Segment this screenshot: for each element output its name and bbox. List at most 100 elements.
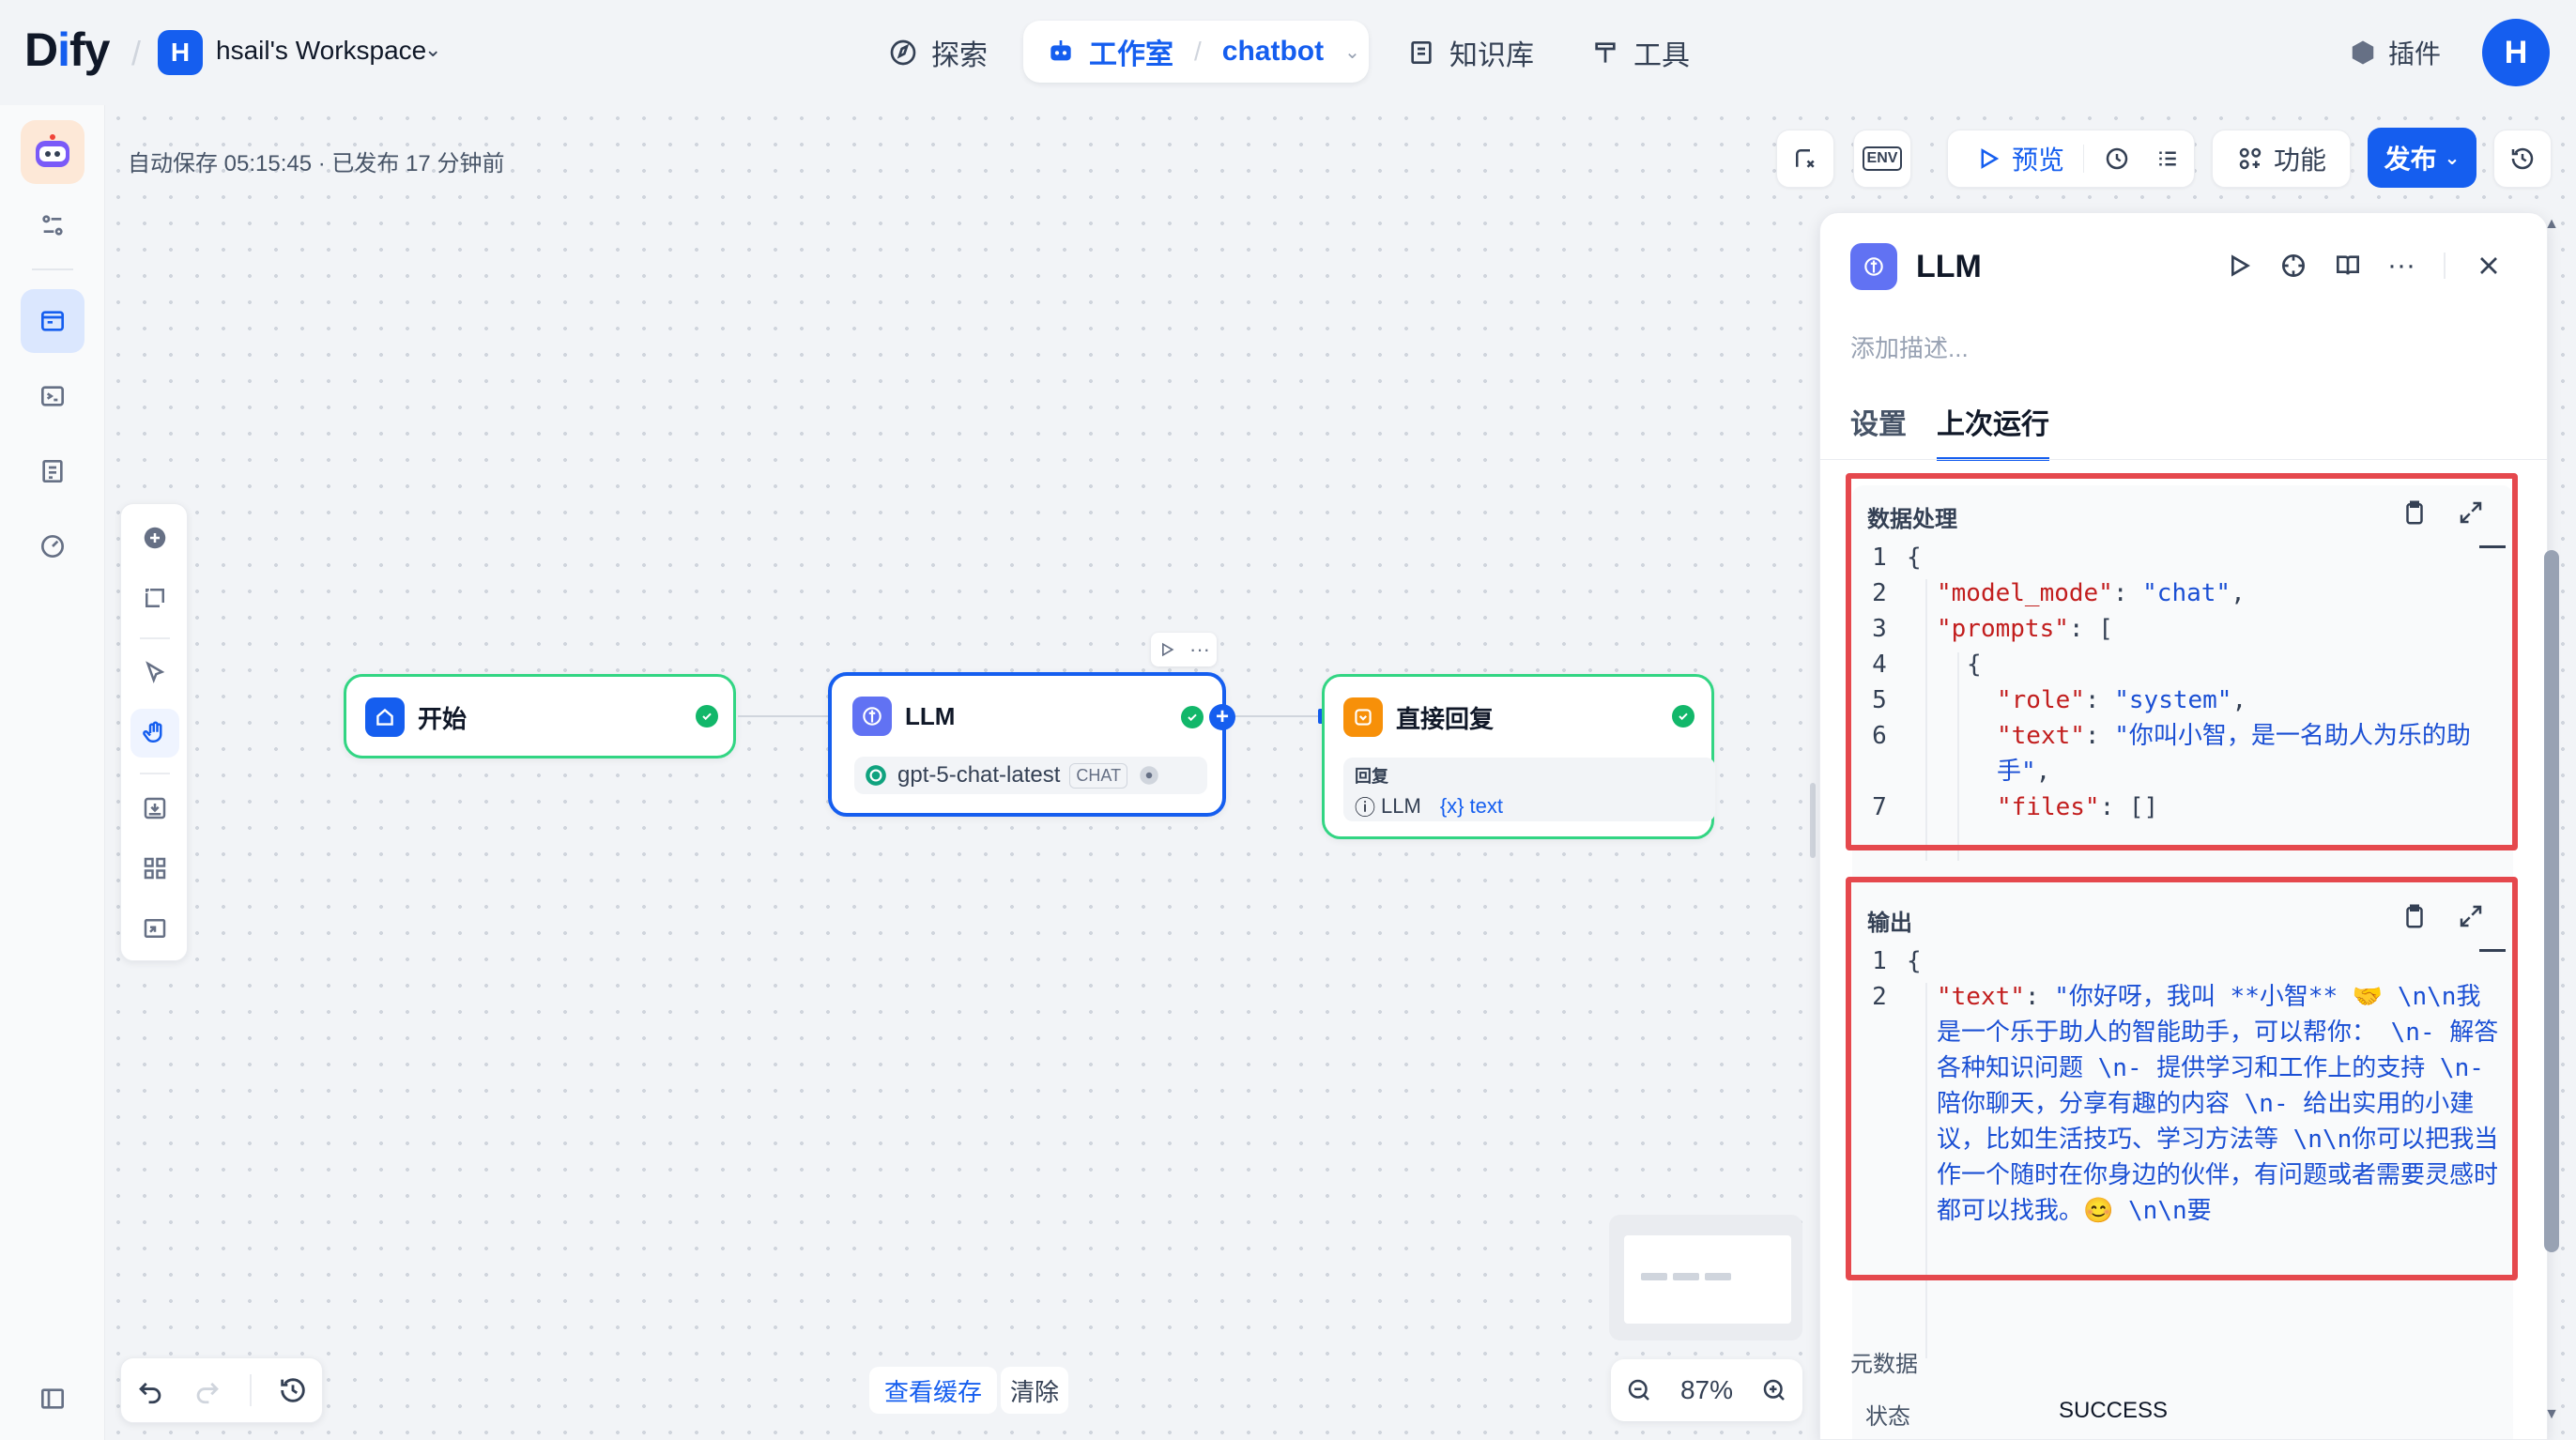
play-icon[interactable]: [2224, 251, 2254, 281]
panel-resize-handle[interactable]: [1810, 783, 1816, 858]
description-input[interactable]: 添加描述...: [1850, 329, 1969, 364]
header-divider: /: [131, 34, 142, 72]
scroll-up-icon[interactable]: ▲: [2544, 216, 2559, 232]
features-button[interactable]: 功能: [2212, 130, 2351, 188]
panel-left-icon: [41, 1388, 64, 1409]
chevron-down-icon[interactable]: ⌄: [424, 38, 441, 62]
workspace-avatar[interactable]: H: [158, 30, 203, 75]
history-clock-icon[interactable]: [2103, 145, 2131, 173]
highlight-data-processing: [1846, 473, 2518, 850]
zoom-controls: 87%: [1611, 1359, 1802, 1421]
status-value: SUCCESS: [2059, 1398, 2169, 1423]
sliders-icon: [42, 215, 63, 236]
autosave-status: 自动保存 05:15:45 · 已发布 17 分钟前: [128, 151, 505, 176]
success-check-icon: [1672, 705, 1694, 728]
chevron-down-icon[interactable]: ⌄: [1344, 40, 1360, 64]
note-add-icon: [146, 589, 164, 607]
workspace-name[interactable]: hsail's Workspace: [216, 36, 426, 66]
direct-reply-node[interactable]: 直接回复 回复 ⓘ LLM {x} text: [1322, 674, 1715, 839]
play-icon[interactable]: [1974, 145, 2002, 173]
success-check-icon: [1181, 706, 1204, 728]
hand-mode-button[interactable]: [130, 709, 179, 758]
llm-node[interactable]: LLM gpt-5-chat-latest CHAT: [828, 672, 1226, 817]
book-icon: [1411, 41, 1432, 64]
add-next-node-button[interactable]: +: [1209, 704, 1235, 730]
app-settings-button[interactable]: [21, 193, 84, 257]
tab-settings[interactable]: 设置: [1850, 401, 1907, 461]
nav-explore[interactable]: 探索: [888, 28, 988, 77]
minimap[interactable]: [1609, 1215, 1802, 1340]
success-check-icon: [696, 705, 718, 728]
checklist-button[interactable]: [1776, 130, 1834, 188]
sidebar-item-monitoring[interactable]: [21, 514, 84, 578]
node-title: LLM: [905, 701, 956, 730]
preview-button[interactable]: 预览: [2012, 140, 2064, 177]
redo-icon[interactable]: [192, 1374, 223, 1406]
history-icon[interactable]: [277, 1374, 309, 1406]
llm-icon: [1850, 243, 1897, 290]
sidebar-item-logs[interactable]: [21, 439, 84, 503]
close-icon[interactable]: [2474, 251, 2504, 281]
export-image-button[interactable]: [130, 784, 179, 833]
version-history-button[interactable]: [2493, 130, 2552, 188]
panel-tabs: 设置 上次运行: [1850, 401, 2049, 461]
node-title: 直接回复: [1396, 704, 1495, 733]
model-selector[interactable]: gpt-5-chat-latest CHAT: [854, 757, 1207, 794]
chevron-down-icon: ⌄: [2444, 147, 2461, 169]
zoom-in-icon[interactable]: [1760, 1376, 1788, 1404]
more-icon[interactable]: ···: [2387, 252, 2415, 280]
add-note-button[interactable]: [130, 574, 179, 622]
metadata-status-row: 状态 SUCCESS: [1865, 1398, 2169, 1430]
nav-knowledge[interactable]: 知识库: [1406, 28, 1534, 77]
app-icon[interactable]: [21, 120, 84, 184]
eye-icon: [1140, 766, 1158, 785]
more-icon[interactable]: ···: [1189, 639, 1210, 660]
view-cache-button[interactable]: 查看缓存: [869, 1367, 998, 1414]
user-avatar[interactable]: H: [2482, 19, 2550, 86]
document-icon: [42, 460, 63, 483]
nav-studio[interactable]: 工作室 / chatbot ⌄: [1023, 21, 1369, 83]
clear-button[interactable]: 清除: [1001, 1367, 1069, 1414]
plugins-link[interactable]: 插件: [2349, 34, 2441, 71]
sidebar-item-api[interactable]: [21, 364, 84, 428]
top-header: Dify / H hsail's Workspace ⌄ 探索 工作室 / ch…: [0, 0, 2576, 105]
zoom-out-icon[interactable]: [1625, 1376, 1653, 1404]
zoom-level[interactable]: 87%: [1680, 1375, 1733, 1405]
edge-start-llm: [738, 715, 830, 717]
crosshair-icon[interactable]: [2278, 251, 2308, 281]
scroll-thumb[interactable]: [2544, 550, 2559, 1252]
add-node-button[interactable]: [130, 513, 179, 562]
compass-icon: [890, 39, 916, 66]
nav-tools[interactable]: 工具: [1590, 28, 1690, 77]
robot-icon: [1050, 40, 1071, 61]
home-icon: [365, 697, 405, 737]
image-download-icon: [144, 797, 166, 820]
preview-group: 预览: [1947, 130, 2195, 188]
sidebar-collapse-button[interactable]: [21, 1367, 84, 1431]
book-open-icon[interactable]: [2333, 251, 2363, 281]
publish-button[interactable]: 发布 ⌄: [2368, 128, 2476, 188]
cursor-icon: [146, 661, 165, 684]
sidebar-item-orchestrate[interactable]: [21, 289, 84, 353]
start-node[interactable]: 开始: [344, 674, 736, 758]
highlight-output: [1846, 877, 2518, 1280]
tab-last-run[interactable]: 上次运行: [1937, 401, 2049, 461]
llm-icon: [852, 697, 892, 736]
minimap-toggle-button[interactable]: [130, 904, 179, 953]
edge-llm-reply: [1235, 715, 1322, 717]
play-icon[interactable]: [1158, 640, 1176, 659]
scroll-down-icon[interactable]: ▼: [2544, 1406, 2559, 1422]
dify-logo[interactable]: Dify: [24, 23, 110, 77]
history-icon: [2511, 147, 2534, 170]
organize-layout-button[interactable]: [130, 844, 179, 893]
app-selector[interactable]: chatbot: [1222, 36, 1324, 68]
variable-icon: {x}: [1439, 794, 1464, 818]
env-button[interactable]: ENV: [1853, 130, 1911, 188]
env-icon: ENV: [1862, 146, 1903, 171]
undo-icon[interactable]: [134, 1374, 166, 1406]
list-check-icon[interactable]: [2154, 145, 2182, 173]
panel-title[interactable]: LLM: [1916, 249, 1982, 285]
gauge-icon: [41, 535, 64, 558]
pointer-mode-button[interactable]: [130, 649, 179, 697]
reply-icon: [1343, 697, 1383, 737]
